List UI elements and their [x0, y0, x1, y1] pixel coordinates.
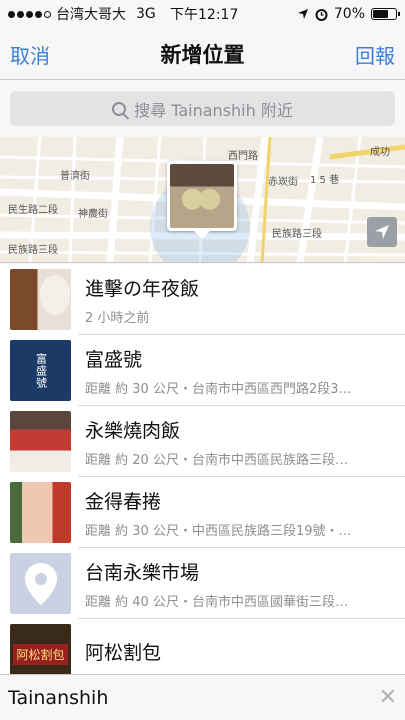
close-icon[interactable]: ✕	[379, 685, 397, 710]
place-title: 進擊の年夜飯	[85, 277, 200, 300]
place-title: 金得春捲	[85, 490, 162, 513]
network-type: 3G	[136, 6, 156, 22]
list-item[interactable]: 台南永樂市場 距離 約 40 公尺・台南市中西區國華街三段…	[0, 548, 405, 619]
bottom-bar: Tainanshih ✕	[0, 674, 405, 720]
place-title: 永樂燒肉飯	[85, 419, 181, 442]
navigation-bar: 取消 新增位置 回報	[0, 28, 405, 80]
shop-logo-text: 富盛號	[34, 352, 48, 389]
alarm-icon	[315, 8, 328, 21]
place-subtitle: 距離 約 30 公尺・台南市中西區西門路2段3…	[85, 381, 352, 397]
signal-strength-icon	[8, 10, 51, 18]
map-label: 成功	[370, 147, 390, 158]
place-subtitle: 距離 約 20 公尺・台南市中西區民族路三段…	[85, 452, 348, 468]
photo-thumbnail	[10, 269, 71, 330]
list-item[interactable]: 阿松割包 阿松割包	[0, 619, 405, 674]
map-label: 1 5 巷	[310, 175, 340, 186]
search-icon	[112, 101, 127, 116]
shop-logo-thumbnail: 富盛號	[10, 340, 71, 401]
status-bar: 台湾大哥大 3G 下午12:17 70%	[0, 0, 405, 28]
map-label: 神農街	[78, 209, 108, 220]
places-list: 進擊の年夜飯 2 小時之前 富盛號 富盛號 距離 約 30 公尺・台南市中西區西…	[0, 264, 405, 674]
place-title: 台南永樂市場	[85, 561, 200, 584]
map-label: 普濟街	[60, 171, 90, 182]
map-view[interactable]: 成功 赤崁街 民生路二段 神農街 民族路三段 民族路三段 西門路 普濟街 1 5…	[0, 137, 405, 263]
list-item[interactable]: 富盛號 富盛號 距離 約 30 公尺・台南市中西區西門路2段3…	[0, 335, 405, 406]
page-title: 新增位置	[160, 42, 245, 67]
status-right: 70%	[297, 6, 400, 22]
battery-percent: 70%	[333, 6, 365, 22]
map-label: 民生路二段	[8, 205, 58, 216]
photo-thumbnail	[10, 482, 71, 543]
map-label: 赤崁街	[268, 177, 298, 188]
battery-icon	[371, 8, 400, 20]
search-placeholder: 搜尋 Tainanshih 附近	[134, 100, 293, 120]
carrier-name: 台湾大哥大	[56, 7, 126, 23]
shop-sign-text: 阿松割包	[13, 644, 68, 665]
location-arrow-icon	[297, 9, 308, 19]
status-time: 下午12:17	[170, 7, 239, 23]
map-label: 民族路三段	[8, 245, 58, 256]
place-subtitle: 距離 約 40 公尺・台南市中西區國華街三段…	[85, 594, 348, 610]
location-arrow-icon	[375, 225, 389, 239]
list-item[interactable]: 進擊の年夜飯 2 小時之前	[0, 264, 405, 335]
place-title: 富盛號	[85, 348, 143, 371]
map-label: 西門路	[228, 151, 258, 162]
place-subtitle: 2 小時之前	[85, 310, 150, 326]
search-input[interactable]: 搜尋 Tainanshih 附近	[10, 91, 395, 126]
report-button[interactable]: 回報	[355, 40, 395, 69]
food-photo	[170, 164, 234, 228]
photo-thumbnail	[10, 411, 71, 472]
current-city: Tainanshih	[8, 686, 109, 709]
map-label: 民族路三段	[272, 229, 322, 240]
map-photo-pin[interactable]	[167, 161, 237, 231]
pin-pointer	[193, 230, 211, 239]
cancel-button[interactable]: 取消	[10, 40, 50, 69]
list-item[interactable]: 金得春捲 距離 約 30 公尺・中西區民族路三段19號・…	[0, 477, 405, 548]
current-location-button[interactable]	[367, 217, 397, 247]
search-bar: 搜尋 Tainanshih 附近	[0, 81, 405, 137]
place-title: 阿松割包	[85, 642, 162, 664]
place-subtitle: 距離 約 30 公尺・中西區民族路三段19號・…	[85, 523, 352, 539]
shop-sign-thumbnail: 阿松割包	[10, 624, 71, 674]
list-item[interactable]: 永樂燒肉飯 距離 約 20 公尺・台南市中西區民族路三段…	[0, 406, 405, 477]
location-pin-icon	[10, 553, 71, 614]
